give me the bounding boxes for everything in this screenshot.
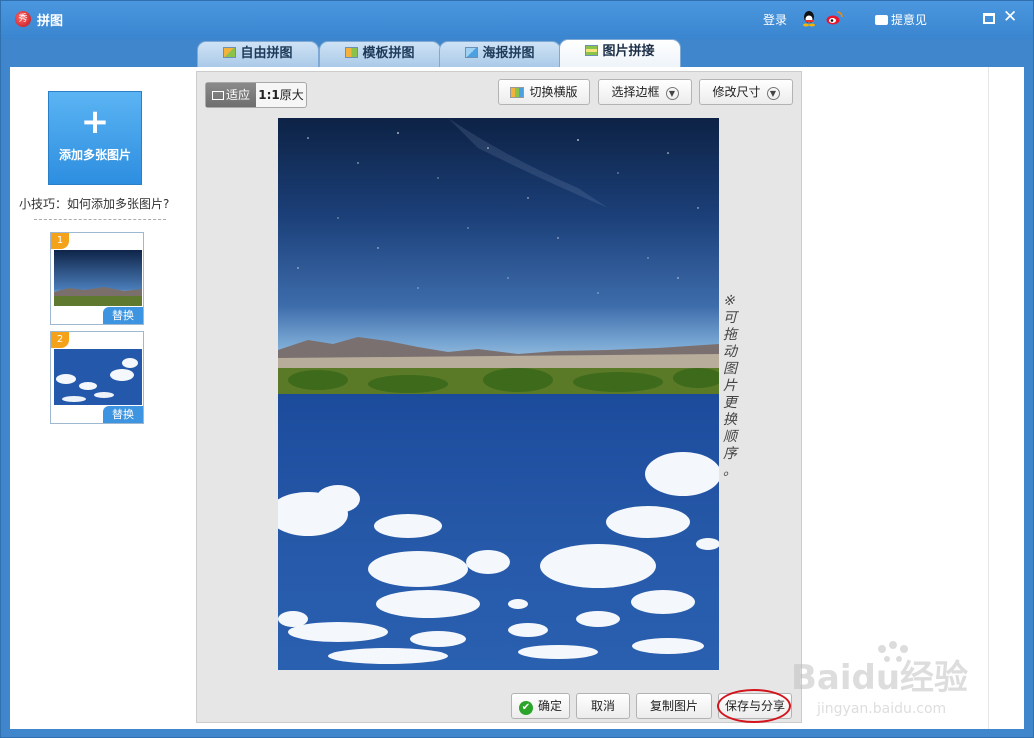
tab-free-collage[interactable]: 自由拼图 (197, 41, 319, 67)
window-title: 拼图 (37, 14, 64, 29)
layout-icon (510, 87, 525, 98)
tab-label: 图片拼接 (602, 44, 655, 59)
night-sky-thumbnail (54, 250, 142, 306)
image-stitch-icon (585, 45, 599, 56)
annotation-char: 动 (723, 344, 737, 360)
replace-button[interactable]: 替换 (103, 406, 143, 423)
add-images-label: 添加多张图片 (58, 148, 131, 162)
checkmark-icon: ✔ (518, 701, 533, 715)
stitch-canvas (278, 118, 719, 670)
fit-button[interactable]: 适应 (206, 83, 256, 107)
app-window: 秀 拼图 登录 提意见 ✕ 自由拼图 模板拼图 海报拼图 图片拼接 + 添加多张… (0, 0, 1034, 738)
tab-label: 自由拼图 (240, 46, 293, 61)
tab-label: 海报拼图 (482, 46, 535, 61)
zoom-toggle: 适应 1:1原大 (205, 82, 307, 108)
baidu-jingyan-watermark: Baidu经验 jingyan.baidu.com (791, 641, 968, 717)
chat-bubble-icon (875, 15, 888, 25)
thumbnail-number: 2 (51, 332, 69, 348)
add-images-button[interactable]: + 添加多张图片 (48, 91, 142, 185)
choose-border-label: 选择边框 (611, 85, 660, 99)
fit-label: 适应 (225, 88, 250, 102)
tab-bar: 自由拼图 模板拼图 海报拼图 图片拼接 (1, 39, 1033, 67)
annotation-char: 可 (723, 310, 737, 326)
app-logo-icon: 秀 (15, 11, 31, 27)
night-sky-image[interactable] (278, 118, 719, 394)
tab-poster-collage[interactable]: 海报拼图 (439, 41, 561, 67)
tip-link[interactable]: 小技巧：如何添加多张图片? (19, 195, 169, 212)
toggle-layout-label: 切换横版 (529, 85, 578, 99)
annotation-char: 片 (723, 378, 737, 394)
annotation-char: 更 (723, 395, 737, 411)
annotation-char: ※ (723, 293, 735, 309)
feedback-label: 提意见 (891, 13, 928, 27)
handwritten-annotation: ※ 可 拖 动 图 片 更 换 顺 序 。 (723, 293, 757, 493)
divider (34, 219, 166, 220)
weibo-icon[interactable] (826, 10, 843, 26)
thumbnail-2[interactable]: 2 替换 (50, 331, 144, 424)
feedback-link[interactable]: 提意见 (875, 11, 927, 28)
tab-template-collage[interactable]: 模板拼图 (319, 41, 441, 67)
fit-icon (211, 91, 224, 100)
chevron-down-icon: ▼ (766, 87, 780, 100)
replace-button[interactable]: 替换 (103, 307, 143, 324)
main-content: + 添加多张图片 小技巧：如何添加多张图片? 1 替换 2 替换 适应 1:1原… (10, 67, 1024, 729)
thumbnail-number: 1 (51, 233, 69, 249)
cancel-label: 取消 (590, 699, 615, 713)
resize-button[interactable]: 修改尺寸 ▼ (699, 79, 793, 105)
night-sky-landscape (278, 118, 719, 394)
choose-border-button[interactable]: 选择边框 ▼ (598, 79, 692, 105)
watermark-url: jingyan.baidu.com (816, 701, 946, 717)
original-size-button[interactable]: 1:1原大 (256, 83, 306, 107)
annotation-char: 。 (723, 463, 737, 479)
thumbnail-1[interactable]: 1 替换 (50, 232, 144, 325)
clouds-thumbnail (54, 349, 142, 405)
maximize-button[interactable] (983, 13, 995, 24)
annotation-char: 拖 (723, 327, 737, 343)
stitch-editor: 适应 1:1原大 切换横版 选择边框 ▼ 修改尺寸 ▼ ✔ 确定 取消 复制图片… (196, 71, 802, 723)
original-label: 原大 (279, 88, 304, 102)
watermark-brand: Baidu经验 (791, 658, 968, 698)
login-link[interactable]: 登录 (763, 11, 787, 28)
annotation-char: 换 (723, 412, 737, 428)
toggle-layout-button[interactable]: 切换横版 (498, 79, 590, 105)
annotation-char: 序 (723, 446, 737, 462)
annotation-char: 顺 (723, 429, 737, 445)
tab-image-stitch[interactable]: 图片拼接 (559, 39, 681, 67)
confirm-label: 确定 (537, 699, 562, 713)
template-collage-icon (345, 47, 359, 58)
right-gutter (988, 67, 1024, 729)
copy-image-button[interactable]: 复制图片 (636, 693, 712, 719)
annotation-char: 图 (723, 361, 737, 377)
tab-label: 模板拼图 (362, 46, 415, 61)
clouds-image[interactable] (278, 394, 719, 670)
poster-collage-icon (465, 47, 479, 58)
confirm-button[interactable]: ✔ 确定 (511, 693, 570, 719)
copy-label: 复制图片 (649, 699, 698, 713)
close-button[interactable]: ✕ (1003, 7, 1017, 27)
chevron-down-icon: ▼ (665, 87, 679, 100)
qq-icon[interactable] (801, 10, 817, 27)
highlight-circle (717, 689, 791, 723)
free-collage-icon (223, 47, 237, 58)
cancel-button[interactable]: 取消 (576, 693, 630, 719)
blue-sky-clouds (278, 452, 719, 664)
title-bar: 秀 拼图 登录 提意见 ✕ (1, 1, 1033, 39)
image-list-panel: + 添加多张图片 小技巧：如何添加多张图片? 1 替换 2 替换 (10, 67, 185, 729)
resize-label: 修改尺寸 (712, 85, 761, 99)
ratio-label: 1:1 (258, 88, 280, 102)
plus-icon: + (80, 102, 110, 142)
